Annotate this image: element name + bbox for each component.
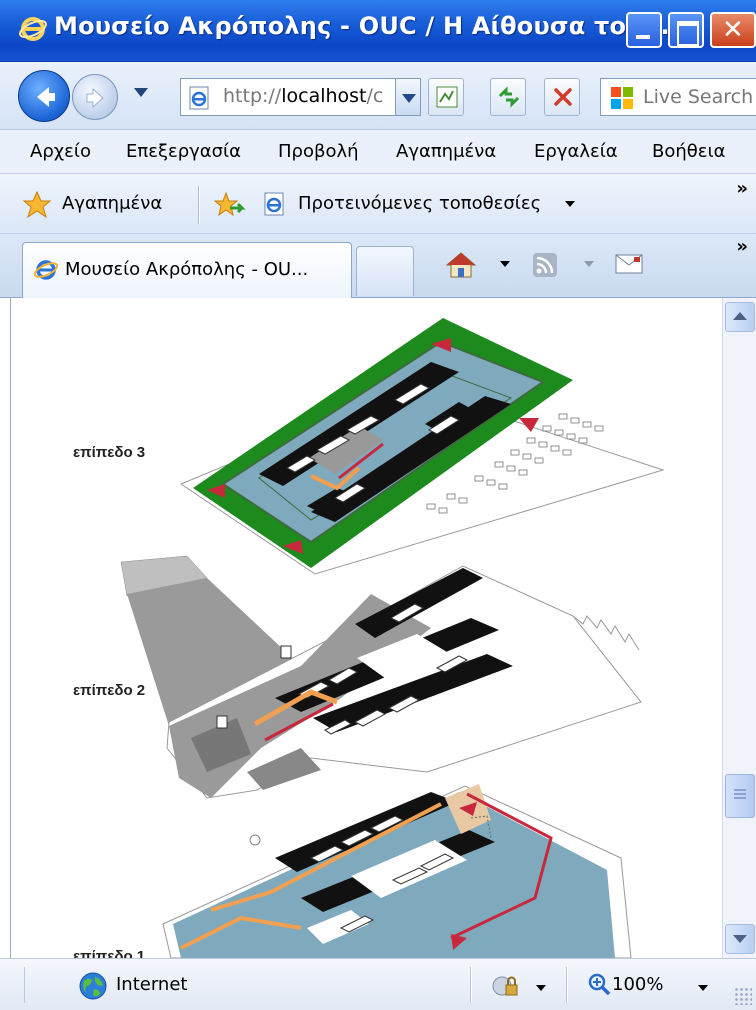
level-2-label: επίπεδο 2 [73, 682, 146, 699]
home-dropdown[interactable] [500, 261, 510, 267]
read-mail-icon[interactable] [614, 252, 644, 276]
menu-bar: Αρχείο Επεξεργασία Προβολή Αγαπημένα Εργ… [0, 130, 756, 174]
forward-arrow-icon [86, 87, 104, 109]
menu-file[interactable]: Αρχείο [30, 141, 91, 162]
menu-favorites[interactable]: Αγαπημένα [396, 141, 496, 162]
favorites-bar: Αγαπημένα Προτεινόμενες τοποθεσίες » [0, 174, 756, 234]
museum-floor-plan [120, 318, 665, 958]
compatibility-view-button[interactable] [428, 78, 464, 116]
search-box[interactable]: Live Search [600, 78, 756, 116]
maximize-button[interactable] [668, 12, 704, 48]
suggested-sites-icon [264, 192, 284, 216]
tabs-overflow-chevron[interactable]: » [736, 236, 748, 257]
security-zone[interactable]: Internet [116, 974, 187, 995]
new-tab-button[interactable] [356, 246, 414, 296]
stop-icon [554, 88, 572, 106]
refresh-icon [498, 86, 520, 108]
page-content: επίπεδο 3 επίπεδο 2 επίπεδο 1 [10, 298, 722, 958]
scroll-up-button[interactable] [725, 302, 755, 332]
zoom-icon[interactable] [586, 971, 612, 997]
refresh-button[interactable] [490, 78, 526, 116]
window-title: Μουσείο Ακρόπολης - OUC / Η Αίθουσα του … [54, 12, 680, 40]
resize-grip[interactable] [734, 987, 752, 1005]
tab-acropolis-museum[interactable]: Μουσείο Ακρόπολης - OU... [22, 242, 352, 298]
menu-view[interactable]: Προβολή [278, 141, 359, 162]
level-1-label: επίπεδο 1 [73, 948, 146, 958]
zoom-level[interactable]: 100% [612, 974, 663, 995]
zoom-dropdown[interactable] [698, 985, 708, 991]
scroll-down-button[interactable] [725, 924, 755, 954]
feeds-dropdown[interactable] [584, 261, 594, 267]
add-to-favorites-icon[interactable] [212, 190, 246, 220]
tab-bar: Μουσείο Ακρόπολης - OU... » [0, 234, 756, 298]
page-icon [189, 86, 209, 110]
level-3-label: επίπεδο 3 [73, 444, 146, 461]
status-divider [24, 967, 25, 1003]
navigation-bar: http://localhost/c Live Search [0, 62, 756, 130]
forward-button[interactable] [72, 74, 118, 120]
level-2-plan [120, 555, 642, 799]
address-dropdown-button[interactable] [395, 78, 421, 116]
tab-label: Μουσείο Ακρόπολης - OU... [65, 259, 309, 280]
address-url[interactable]: http://localhost/c [223, 85, 391, 107]
menu-tools[interactable]: Εργαλεία [534, 141, 618, 162]
level-1-plan [162, 784, 632, 958]
back-button[interactable] [18, 70, 70, 122]
recent-pages-dropdown[interactable] [134, 88, 148, 97]
toolbar-separator [198, 186, 200, 224]
search-input[interactable]: Live Search [643, 86, 753, 108]
home-icon[interactable] [444, 250, 478, 280]
level-3-plan [179, 318, 665, 575]
suggested-sites-button[interactable]: Προτεινόμενες τοποθεσίες [298, 193, 541, 214]
compatibility-icon [436, 86, 458, 108]
favorites-overflow-chevron[interactable]: » [736, 178, 748, 199]
tab-ie-icon [33, 260, 59, 280]
close-button[interactable]: ✕ [710, 12, 756, 48]
favorites-button[interactable]: Αγαπημένα [62, 193, 162, 214]
minimize-button[interactable] [626, 12, 662, 48]
favorites-star-icon[interactable] [22, 190, 52, 220]
back-arrow-icon [37, 87, 55, 107]
suggested-sites-dropdown[interactable] [565, 201, 575, 207]
title-bar[interactable]: Μουσείο Ακρόπολης - OUC / Η Αίθουσα του … [0, 0, 756, 62]
internet-explorer-icon [19, 17, 47, 41]
protected-mode-dropdown[interactable] [536, 985, 546, 991]
vertical-scrollbar[interactable] [722, 298, 756, 958]
stop-button[interactable] [544, 78, 580, 116]
feeds-icon[interactable] [532, 252, 558, 278]
scroll-thumb[interactable] [725, 774, 755, 818]
address-bar[interactable]: http://localhost/c [180, 78, 410, 116]
live-search-icon [611, 87, 633, 109]
status-bar: Internet 100% [0, 958, 756, 1010]
close-icon: ✕ [722, 15, 744, 45]
protected-mode-icon[interactable] [490, 973, 520, 999]
internet-zone-icon [79, 972, 107, 1000]
menu-edit[interactable]: Επεξεργασία [126, 141, 241, 162]
status-divider [566, 967, 568, 1003]
menu-help[interactable]: Βοήθεια [652, 141, 725, 162]
status-divider [470, 967, 472, 1003]
